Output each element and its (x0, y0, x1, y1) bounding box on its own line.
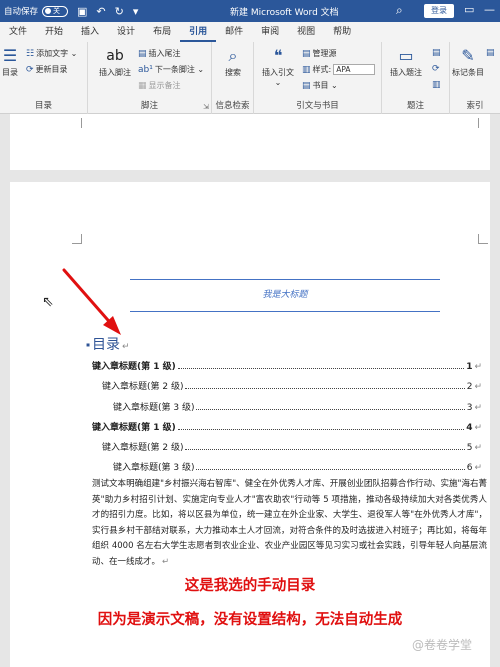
watermark: @卷卷学堂 (412, 638, 473, 652)
arrow-shaft (62, 268, 116, 329)
annotation-arrow (62, 268, 121, 335)
annotation-caption-2: 因为是演示文稿，没有设置结构，无法自动生成 (97, 612, 403, 628)
annotation-caption-1: 这是我选的手动目录 (184, 578, 316, 594)
